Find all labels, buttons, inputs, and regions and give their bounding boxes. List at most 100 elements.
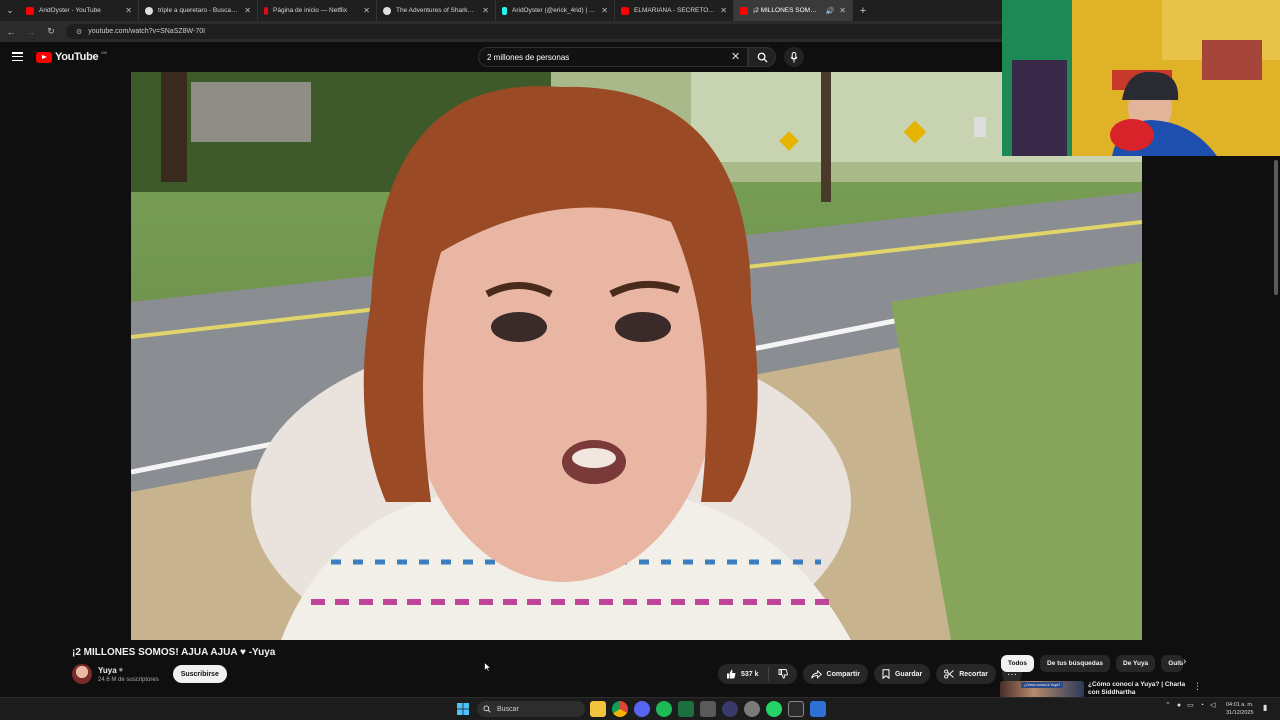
video-actions: 537 k Compartir Guardar Recortar ··· [718, 664, 1023, 684]
windows-start-icon[interactable] [457, 703, 469, 715]
browser-tab-3[interactable]: The Adventures of Sharkboy a ✕ [377, 0, 496, 21]
taskbar-apps [590, 701, 826, 717]
channel-name-row[interactable]: Yuya ◉ [98, 666, 159, 675]
clear-search-icon[interactable]: ✕ [731, 50, 740, 63]
more-vertical-icon[interactable]: ⋮ [1193, 681, 1202, 692]
speaker-icon[interactable]: 🔊 [826, 7, 835, 15]
video-title: ¡2 MILLONES SOMOS! AJUA AJUA ♥ -Yuya [72, 647, 276, 658]
microphone-tray-icon[interactable]: ● [1177, 702, 1181, 709]
youtube-logo[interactable]: YouTube MX [36, 49, 108, 63]
country-code: MX [101, 49, 108, 55]
excel-icon[interactable] [678, 701, 694, 717]
video-frame [131, 72, 1142, 640]
new-tab-button[interactable]: + [853, 5, 873, 17]
hamburger-menu-icon[interactable] [12, 52, 23, 61]
tab-close-icon[interactable]: ✕ [839, 6, 846, 15]
clip-button[interactable]: Recortar [936, 664, 997, 684]
url-text: youtube.com/watch?v=SNaSZ8W-70I [88, 28, 206, 35]
forward-arrow-icon[interactable]: → [26, 27, 36, 37]
tab-title: ELMARIANA - SECRETO DE AM [634, 7, 715, 14]
notification-bell-icon[interactable]: ▮ [1263, 703, 1267, 712]
chip-all[interactable]: Todos [1001, 654, 1035, 672]
thumbs-down-icon [778, 669, 788, 679]
netflix-favicon-icon [264, 6, 268, 15]
settings-gear-icon[interactable] [744, 701, 760, 717]
clock-date: 31/12/2025 [1226, 710, 1254, 716]
dislike-button[interactable] [769, 669, 797, 679]
recommendation-chips: Todos De tus búsquedas De Yuya Guitar [1001, 654, 1184, 672]
file-explorer-icon[interactable] [590, 701, 606, 717]
tab-title: The Adventures of Sharkboy a [396, 7, 478, 14]
chevron-right-icon[interactable]: › [1183, 656, 1186, 667]
search-icon [483, 705, 491, 713]
browser-tab-5[interactable]: ELMARIANA - SECRETO DE AM ✕ [615, 0, 734, 21]
voice-search-button[interactable] [784, 47, 804, 67]
tab-close-icon[interactable]: ✕ [482, 6, 489, 15]
channel-row: Yuya ◉ 24.6 M de suscriptores Suscribirs… [72, 663, 227, 685]
recommended-title[interactable]: ¿Cómo conocí a Yuya? | Charla con Siddha… [1088, 681, 1188, 696]
mouse-cursor-icon [484, 662, 492, 672]
tab-close-icon[interactable]: ✕ [125, 6, 132, 15]
tab-close-icon[interactable]: ✕ [363, 6, 370, 15]
site-info-icon[interactable]: ⚙ [76, 28, 82, 36]
chevron-up-icon[interactable]: ⌃ [1165, 701, 1171, 709]
tab-list-menu-icon[interactable]: ⌄ [0, 0, 20, 21]
browser-tab-active[interactable]: ¡2 MILLONES SOMOS! AJUA 🔊 ✕ [734, 0, 853, 21]
clip-label: Recortar [959, 670, 989, 678]
share-button[interactable]: Compartir [802, 664, 868, 684]
page-scrollbar[interactable] [1274, 160, 1278, 295]
google-favicon-icon [145, 6, 153, 15]
clock-time: 04:01 a. m. [1226, 702, 1254, 708]
arrow-app-icon[interactable] [722, 701, 738, 717]
tab-close-icon[interactable]: ✕ [244, 6, 251, 15]
bookmark-icon [882, 669, 890, 679]
browser-tab-1[interactable]: triple a queretaro - Buscar con ✕ [139, 0, 258, 21]
search-value: 2 millones de personas [487, 52, 570, 62]
tab-close-icon[interactable]: ✕ [720, 6, 727, 15]
search-input[interactable]: 2 millones de personas [478, 47, 748, 67]
chip-guitar[interactable]: Guitar [1161, 654, 1184, 672]
obs-icon[interactable] [788, 701, 804, 717]
tab-close-icon[interactable]: ✕ [601, 6, 608, 15]
webcam-image [1002, 0, 1280, 156]
recommended-thumbnail[interactable]: ¿Cómo conocí a Yuya? [1000, 681, 1084, 698]
display-icon[interactable]: ▭ [1187, 701, 1194, 709]
logo-text: YouTube [55, 51, 99, 63]
chip-from-yuya[interactable]: De Yuya [1116, 654, 1156, 672]
taskbar-search-input[interactable]: Buscar [477, 701, 585, 717]
discord-icon[interactable] [634, 701, 650, 717]
reload-icon[interactable]: ↻ [46, 26, 56, 37]
url-field[interactable]: ⚙ youtube.com/watch?v=SNaSZ8W-70I [66, 24, 1026, 39]
tab-title: Página de inicio — Netflix [273, 7, 348, 14]
search-button[interactable] [748, 47, 776, 67]
chrome-icon[interactable] [612, 701, 628, 717]
share-arrow-icon [810, 669, 822, 679]
volume-icon[interactable]: ◁ [1210, 701, 1215, 709]
youtube-favicon-icon [26, 6, 34, 15]
webcam-overlay [1002, 0, 1280, 156]
video-player[interactable] [131, 72, 1142, 640]
channel-avatar[interactable] [72, 664, 92, 684]
like-dislike-group: 537 k [718, 664, 797, 684]
tiktok-favicon-icon [502, 6, 507, 15]
taskbar-clock[interactable]: 04:01 a. m. 31/12/2025 [1226, 701, 1254, 717]
whatsapp-icon[interactable] [766, 701, 782, 717]
subscribe-button[interactable]: Suscribirse [172, 665, 227, 683]
system-tray: ⌃ ● ▭ ◔ ◁ [1165, 701, 1215, 710]
like-button[interactable]: 537 k [718, 667, 769, 681]
browser-tab-4[interactable]: AridOyster (@erick_4rid) | TikTo ✕ [496, 0, 615, 21]
save-button[interactable]: Guardar [873, 664, 931, 684]
chip-from-searches[interactable]: De tus búsquedas [1040, 654, 1110, 672]
tab-title: ¡2 MILLONES SOMOS! AJUA [753, 7, 821, 14]
network-icon[interactable]: ◔ [1200, 702, 1204, 709]
back-arrow-icon[interactable]: ← [6, 27, 16, 37]
save-label: Guardar [894, 670, 923, 678]
tab-title: AridOyster - YouTube [39, 7, 101, 14]
browser-tab-2[interactable]: Página de inicio — Netflix ✕ [258, 0, 377, 21]
calculator-icon[interactable] [700, 701, 716, 717]
browser-tab-0[interactable]: AridOyster - YouTube ✕ [20, 0, 139, 21]
youtube-play-icon [36, 51, 52, 63]
editor-app-icon[interactable] [810, 701, 826, 717]
microphone-icon [790, 51, 798, 62]
spotify-icon[interactable] [656, 701, 672, 717]
